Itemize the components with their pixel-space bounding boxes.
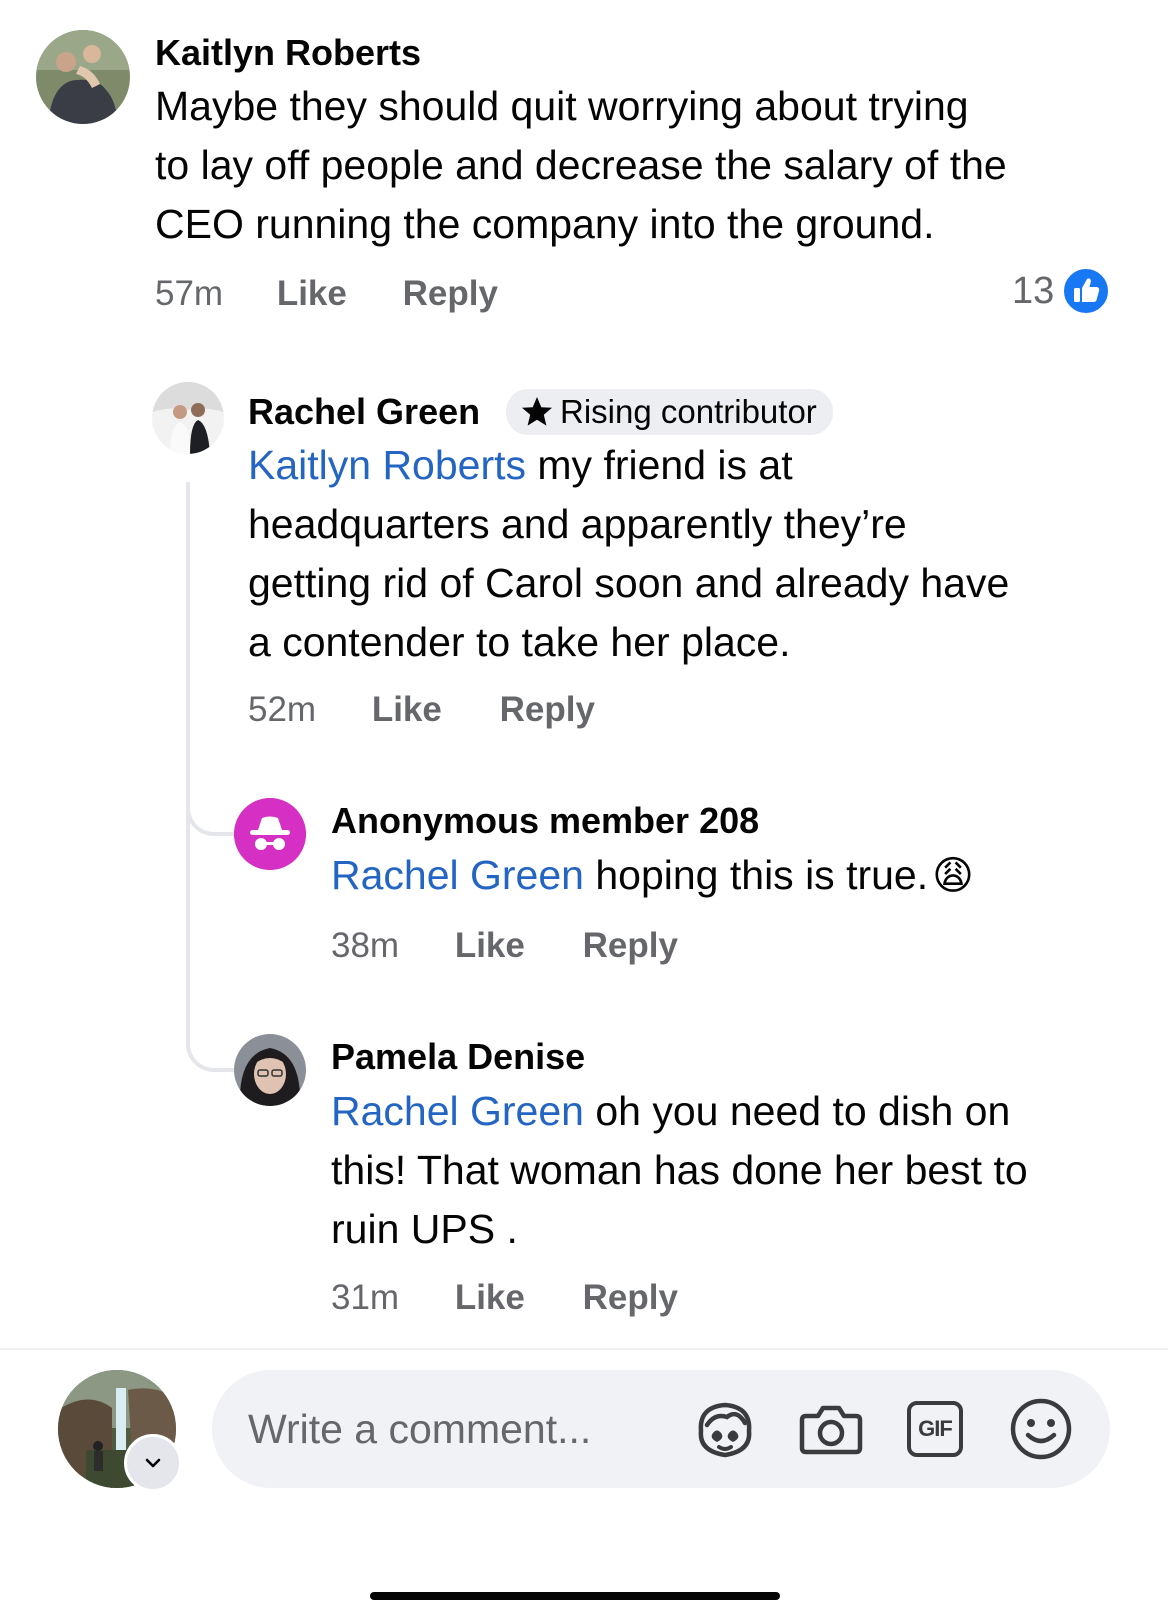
avatar-pamela-denise[interactable]: [234, 1034, 306, 1106]
like-button[interactable]: Like: [455, 1276, 525, 1320]
reply-text: Rachel Green oh you need to dish on this…: [331, 1082, 1151, 1259]
comment-input[interactable]: [248, 1396, 668, 1462]
mention-link[interactable]: Rachel Green: [331, 1088, 584, 1134]
reply-text-line: getting rid of Carol soon and already ha…: [248, 560, 1010, 606]
gif-icon: GIF: [907, 1401, 963, 1457]
weary-face-emoji: 😩: [932, 854, 974, 898]
composer-divider: [0, 1348, 1168, 1350]
comment-text-line: Maybe they should quit worrying about tr…: [155, 83, 969, 129]
reply-text-line: hoping this is true.: [583, 852, 929, 898]
comment-text-line: to lay off people and decrease the salar…: [155, 142, 1007, 188]
like-button[interactable]: Like: [372, 688, 442, 732]
reply-author[interactable]: Pamela Denise: [331, 1035, 585, 1079]
incognito-icon: [234, 798, 306, 870]
gif-label: GIF: [918, 1416, 953, 1441]
reply-author[interactable]: Anonymous member 208: [331, 799, 759, 843]
comment-composer: GIF: [212, 1370, 1110, 1488]
home-indicator: [370, 1592, 780, 1600]
avatar-anonymous-member[interactable]: [234, 798, 306, 870]
avatar-kaitlyn-roberts[interactable]: [36, 30, 130, 124]
timestamp[interactable]: 31m: [331, 1276, 399, 1320]
reply-button[interactable]: Reply: [583, 1276, 678, 1320]
reaction-summary[interactable]: 13: [1012, 266, 1111, 316]
timestamp[interactable]: 57m: [155, 272, 223, 316]
reply-text-line: ruin UPS .: [331, 1206, 518, 1252]
comment-text: Maybe they should quit worrying about tr…: [155, 77, 1145, 254]
reply-actions: 31m Like Reply: [331, 1276, 678, 1320]
like-button[interactable]: Like: [455, 924, 525, 968]
like-reaction-icon: [1062, 267, 1111, 315]
thread-branch: [186, 812, 238, 1072]
reply-button[interactable]: Reply: [500, 688, 595, 732]
comment-text-line: CEO running the company into the ground.: [155, 201, 935, 247]
emoji-button[interactable]: [1006, 1394, 1076, 1464]
reply-button[interactable]: Reply: [583, 924, 678, 968]
reply-text-line: this! That woman has done her best to: [331, 1147, 1028, 1193]
timestamp[interactable]: 52m: [248, 688, 316, 732]
rising-contributor-badge[interactable]: Rising contributor: [506, 389, 833, 435]
avatar-sticker-icon: [698, 1402, 752, 1458]
reply-text: Kaitlyn Roberts my friend is at headquar…: [248, 436, 1148, 672]
badge-label: Rising contributor: [560, 393, 817, 430]
camera-button[interactable]: [796, 1394, 866, 1464]
avatar-sticker-button[interactable]: [690, 1394, 760, 1464]
reaction-count: 13: [1012, 269, 1055, 312]
reply-text: Rachel Green hoping this is true. 😩: [331, 846, 1151, 906]
reply-actions: 38m Like Reply: [331, 924, 678, 968]
star-icon: [520, 395, 554, 429]
timestamp[interactable]: 38m: [331, 924, 399, 968]
reply-author[interactable]: Rachel Green: [248, 390, 480, 434]
like-button[interactable]: Like: [277, 272, 347, 316]
mention-link[interactable]: Kaitlyn Roberts: [248, 442, 526, 488]
reply-text-line: a contender to take her place.: [248, 619, 791, 665]
avatar-rachel-green[interactable]: [152, 382, 224, 454]
profile-switch-button[interactable]: [124, 1434, 182, 1492]
comment-actions: 57m Like Reply: [155, 272, 498, 316]
reply-text-line: headquarters and apparently they’re: [248, 501, 907, 547]
comment-author[interactable]: Kaitlyn Roberts: [155, 31, 421, 75]
reply-text-line: my friend is at: [526, 442, 793, 488]
chevron-down-icon: [142, 1452, 164, 1474]
reply-actions: 52m Like Reply: [248, 688, 595, 732]
camera-icon: [799, 1405, 863, 1455]
thread-line: [186, 482, 190, 812]
mention-link[interactable]: Rachel Green: [331, 852, 584, 898]
reply-text-line: oh you need to dish on: [583, 1088, 1011, 1134]
reply-button[interactable]: Reply: [403, 272, 498, 316]
emoji-icon: [1010, 1398, 1072, 1460]
gif-button[interactable]: GIF: [900, 1394, 970, 1464]
